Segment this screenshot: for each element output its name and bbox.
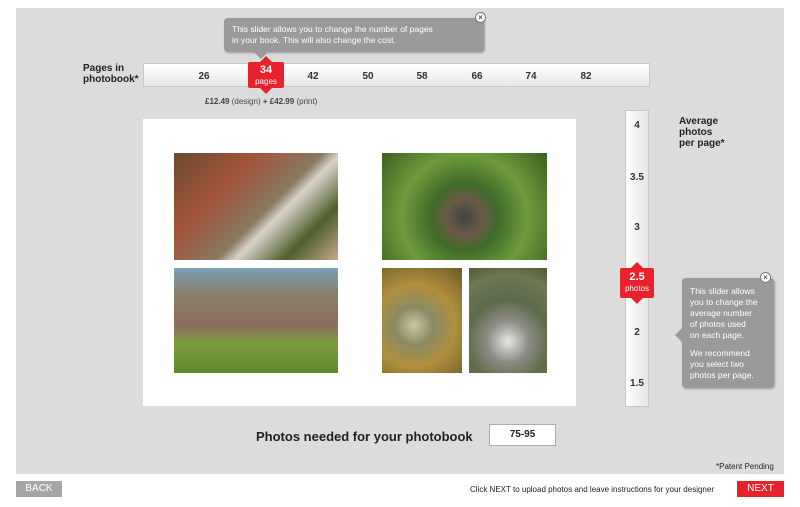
wedding-photo-archway	[382, 153, 547, 260]
pages-handle-value: 34	[259, 64, 273, 76]
tooltip-line: average number	[690, 308, 752, 318]
back-button[interactable]: BACK	[16, 481, 62, 497]
pages-tick[interactable]: 58	[407, 71, 437, 82]
pages-slider-label: Pages in photobook*	[83, 63, 139, 85]
price-design-note: (design)	[231, 97, 261, 106]
photos-tooltip-para1: This slider allows you to change the ave…	[690, 286, 766, 341]
pages-handle-unit: pages	[255, 77, 277, 86]
close-icon[interactable]: ×	[760, 272, 771, 283]
wedding-photo-garden	[174, 268, 338, 373]
patent-note: *Patent Pending	[716, 462, 774, 471]
pages-tick[interactable]: 66	[462, 71, 492, 82]
close-icon[interactable]: ×	[475, 12, 486, 23]
tooltip-line: on each page.	[690, 330, 744, 340]
photos-tick[interactable]: 4	[625, 120, 649, 131]
avg-label-line1: Average	[679, 116, 719, 127]
photos-handle-value: 2.5	[629, 271, 645, 283]
avg-label-line3: per page*	[679, 138, 725, 149]
pages-tick[interactable]: 50	[353, 71, 383, 82]
pages-tick[interactable]: 26	[189, 71, 219, 82]
photos-handle-unit: photos	[624, 284, 650, 293]
tooltip-line: you to change the	[690, 297, 758, 307]
tooltip-line: photos per page.	[690, 370, 754, 380]
pages-tooltip-line1: This slider allows you to change the num…	[232, 24, 433, 34]
photos-tick[interactable]: 3.5	[625, 172, 649, 183]
tooltip-line: We recommend	[690, 348, 750, 358]
photos-needed-value: 75-95	[489, 424, 556, 446]
photos-tick[interactable]: 3	[625, 222, 649, 233]
price-print: + £42.99	[262, 97, 295, 106]
footer-instruction: Click NEXT to upload photos and leave in…	[470, 485, 714, 494]
wedding-photo-doorway	[469, 268, 547, 373]
pages-label-line1: Pages in	[83, 63, 125, 74]
price-design: £12.49	[205, 97, 230, 106]
pages-tick[interactable]: 82	[571, 71, 601, 82]
photos-slider-label: Average photos per page*	[679, 116, 725, 149]
pages-label-line2: photobook*	[83, 74, 139, 85]
photos-tooltip-para2: We recommend you select two photos per p…	[690, 348, 766, 381]
tooltip-line: you select two	[690, 359, 744, 369]
photos-tick[interactable]: 1.5	[625, 378, 649, 389]
photos-needed-label: Photos needed for your photobook	[256, 429, 473, 444]
price-summary: £12.49 (design) + £42.99 (print)	[205, 97, 317, 106]
avg-label-line2: photos	[679, 127, 713, 138]
pages-tick[interactable]: 74	[516, 71, 546, 82]
photos-tick[interactable]: 2	[625, 327, 649, 338]
photos-slider-track[interactable]	[625, 110, 649, 407]
next-button[interactable]: NEXT	[737, 481, 784, 497]
photos-slider-handle[interactable]: 2.5 photos	[620, 262, 654, 304]
pages-tooltip: This slider allows you to change the num…	[224, 12, 486, 59]
pages-tooltip-line2: in your book. This will also change the …	[232, 35, 396, 45]
wedding-photo-rings	[382, 268, 462, 373]
tooltip-line: of photos used	[690, 319, 746, 329]
price-print-note: (print)	[296, 97, 318, 106]
tooltip-line: This slider allows	[690, 286, 755, 296]
pages-tick[interactable]: 42	[298, 71, 328, 82]
pages-slider-handle[interactable]: 34 pages	[248, 56, 284, 94]
wedding-photo-bench	[174, 153, 338, 260]
photos-tooltip: This slider allows you to change the ave…	[675, 272, 774, 388]
